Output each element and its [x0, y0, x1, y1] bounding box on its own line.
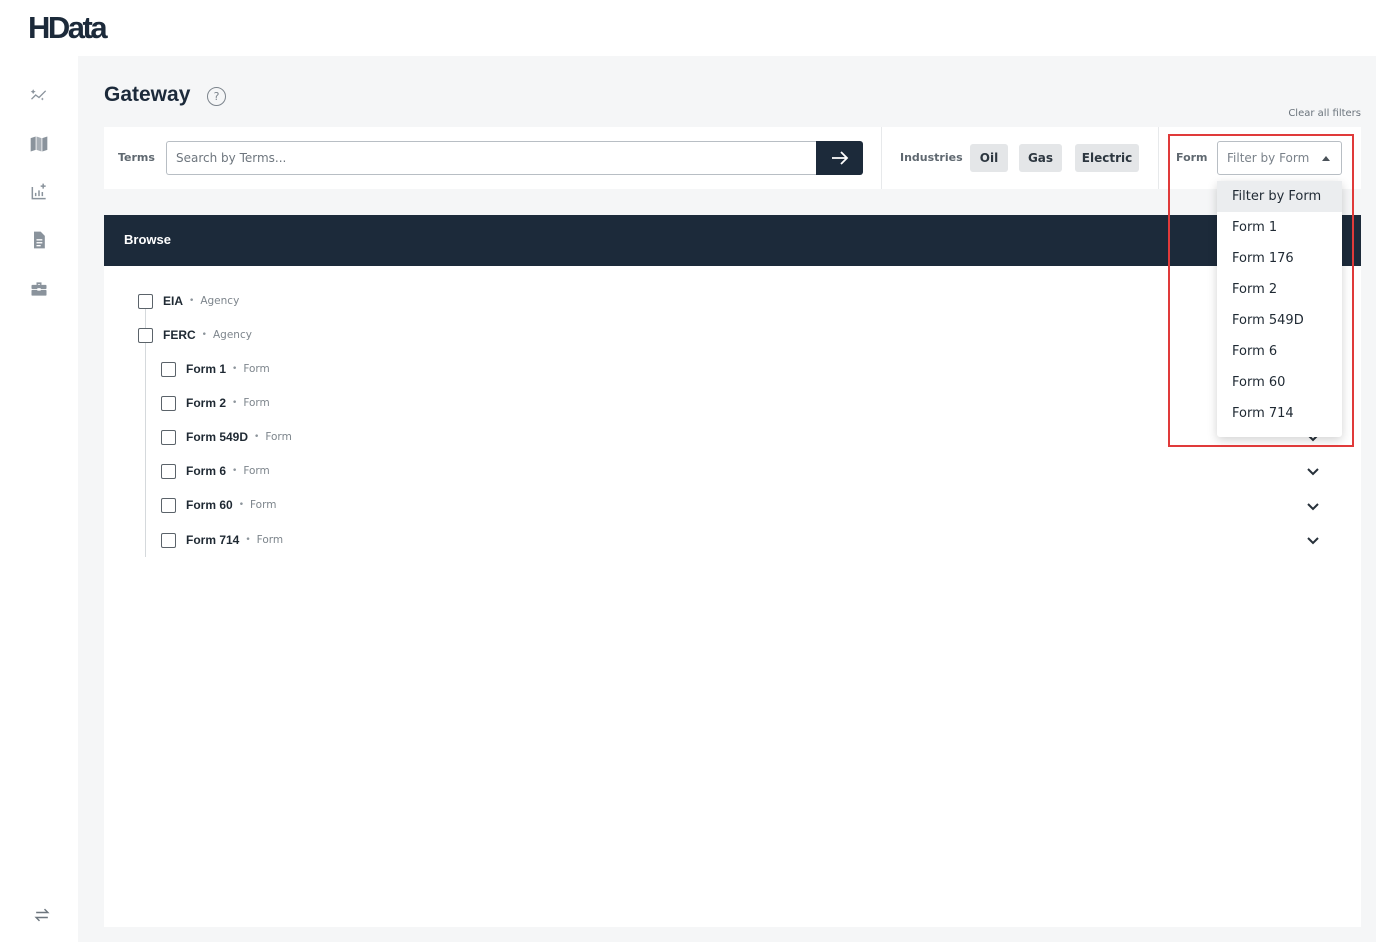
- checkbox[interactable]: [161, 429, 176, 445]
- dropdown-option-form-2[interactable]: Form 2: [1217, 274, 1342, 305]
- tree-item-name: Form 2: [186, 396, 227, 410]
- hdata-logo[interactable]: HData: [28, 10, 108, 46]
- tree-item-type: Form: [243, 397, 270, 409]
- tree-item-name: EIA: [163, 294, 184, 308]
- filter-bar: Terms Industries Oil Gas Electric Form F…: [104, 127, 1361, 189]
- tree-item-name: FERC: [163, 328, 196, 342]
- swap-arrows-icon[interactable]: [32, 905, 52, 925]
- separator-dot: •: [238, 500, 244, 510]
- tree-item-type: Form: [243, 465, 270, 477]
- search-submit-button[interactable]: [816, 141, 863, 175]
- tree-item-name: Form 714: [186, 533, 240, 547]
- filter-divider: [881, 127, 882, 189]
- main-content: Gateway ? Clear all filters Terms Indust…: [78, 56, 1376, 942]
- form-dropdown-menu: Filter by Form Form 1 Form 176 Form 2 Fo…: [1217, 181, 1342, 437]
- checkbox[interactable]: [161, 361, 176, 377]
- dropdown-option-filter-by-form[interactable]: Filter by Form: [1217, 181, 1342, 212]
- checkbox[interactable]: [161, 497, 176, 513]
- tree-item-type: Form: [243, 363, 270, 375]
- separator-dot: •: [232, 466, 238, 476]
- dropdown-option-form-714[interactable]: Form 714: [1217, 398, 1342, 429]
- sidebar-nav: [2, 56, 78, 942]
- chevron-down-icon[interactable]: [1306, 533, 1320, 547]
- tree-item-type: Agency: [200, 295, 240, 307]
- separator-dot: •: [245, 535, 251, 545]
- tree-item-ferc[interactable]: FERC • Agency: [138, 325, 252, 345]
- filter-divider: [1158, 127, 1159, 189]
- form-filter-select[interactable]: Filter by Form: [1217, 141, 1342, 175]
- separator-dot: •: [254, 432, 260, 442]
- separator-dot: •: [232, 364, 238, 374]
- tree-item-type: Form: [265, 431, 292, 443]
- industry-chip-gas[interactable]: Gas: [1019, 144, 1062, 172]
- tree-item-form-60[interactable]: Form 60 • Form: [161, 495, 276, 515]
- form-filter-value: Filter by Form: [1227, 151, 1310, 165]
- browse-header: Browse: [104, 215, 1361, 266]
- tree-item-form-2[interactable]: Form 2 • Form: [161, 393, 270, 413]
- caret-up-icon: [1322, 156, 1330, 161]
- page-title: Gateway: [104, 83, 191, 106]
- dropdown-option-form-6[interactable]: Form 6: [1217, 336, 1342, 367]
- dropdown-option-form-176[interactable]: Form 176: [1217, 243, 1342, 274]
- tree-item-form-549d[interactable]: Form 549D • Form: [161, 427, 292, 447]
- checkbox[interactable]: [138, 293, 153, 309]
- tree-item-form-714[interactable]: Form 714 • Form: [161, 530, 283, 550]
- terms-label: Terms: [118, 151, 155, 164]
- dropdown-option-form-60[interactable]: Form 60: [1217, 367, 1342, 398]
- browse-panel: Browse EIA • Agency FERC • Agency Form 1…: [104, 215, 1361, 927]
- tree-item-form-6[interactable]: Form 6 • Form: [161, 461, 270, 481]
- arrow-right-icon: [831, 151, 848, 165]
- sparkle-chart-icon[interactable]: [27, 83, 51, 107]
- checkbox[interactable]: [161, 463, 176, 479]
- chevron-down-icon[interactable]: [1306, 499, 1320, 513]
- tree-item-name: Form 60: [186, 498, 233, 512]
- tree-item-name: Form 6: [186, 464, 227, 478]
- document-icon[interactable]: [27, 228, 51, 252]
- tree-item-eia[interactable]: EIA • Agency: [138, 291, 239, 311]
- top-bar: HData: [0, 0, 1376, 56]
- chevron-down-icon[interactable]: [1306, 464, 1320, 478]
- terms-search-input[interactable]: [166, 141, 817, 175]
- dropdown-option-form-549d[interactable]: Form 549D: [1217, 305, 1342, 336]
- browse-title: Browse: [124, 232, 171, 247]
- tree-item-name: Form 549D: [186, 430, 249, 444]
- separator-dot: •: [189, 296, 195, 306]
- checkbox[interactable]: [161, 395, 176, 411]
- separator-dot: •: [232, 398, 238, 408]
- industries-label: Industries: [900, 151, 963, 164]
- tree-item-type: Form: [256, 534, 284, 546]
- separator-dot: •: [201, 330, 207, 340]
- toolbox-icon[interactable]: [27, 277, 51, 301]
- tree-item-type: Form: [250, 499, 277, 511]
- industry-chip-oil[interactable]: Oil: [970, 144, 1008, 172]
- checkbox[interactable]: [138, 327, 153, 343]
- industry-chip-electric[interactable]: Electric: [1075, 144, 1139, 172]
- form-label: Form: [1176, 151, 1208, 164]
- help-icon[interactable]: ?: [207, 87, 226, 106]
- dropdown-option-form-1[interactable]: Form 1: [1217, 212, 1342, 243]
- tree-item-type: Agency: [212, 329, 252, 341]
- map-book-icon[interactable]: [27, 132, 51, 156]
- tree-item-name: Form 1: [186, 362, 227, 376]
- add-chart-icon[interactable]: [27, 180, 51, 204]
- tree-item-form-1[interactable]: Form 1 • Form: [161, 359, 270, 379]
- clear-all-filters-link[interactable]: Clear all filters: [1288, 108, 1361, 119]
- checkbox[interactable]: [161, 532, 176, 548]
